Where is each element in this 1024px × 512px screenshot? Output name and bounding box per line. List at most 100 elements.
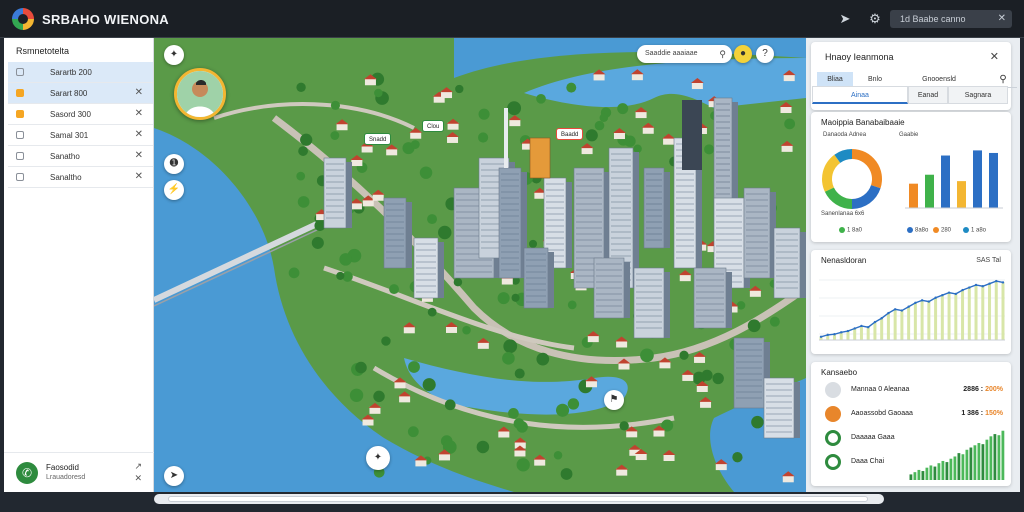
poi-icon[interactable]: ⚑ [604,390,624,410]
buildings-layer [288,69,806,483]
roof [779,102,793,108]
tree [349,388,364,402]
tower [682,100,702,170]
layer-item[interactable]: Sarartb 200 [8,62,153,83]
subtab-2[interactable]: Eanad [908,86,948,104]
roof [409,127,423,133]
phone-icon[interactable]: ✆ [16,462,38,484]
tree [296,171,306,181]
close-icon[interactable]: ✕ [135,150,143,161]
layer-item[interactable]: Sasord 300 ✕ [8,104,153,125]
tree [585,129,598,142]
house [679,274,691,282]
house [587,335,599,343]
point [873,320,877,324]
house [780,106,792,114]
close-icon[interactable]: ✕ [135,129,143,140]
map-label[interactable]: Clou [422,120,445,132]
subtab-1[interactable]: Ainaa [812,86,908,104]
checkbox[interactable] [16,152,24,160]
help-icon[interactable]: ? [756,45,774,63]
tree [556,403,570,417]
stat-label: Aaoassobd Gaoaaa [851,410,913,417]
checkbox[interactable] [16,68,24,76]
point [853,327,856,330]
map-label[interactable]: Snadd [364,133,392,145]
tree [373,390,385,403]
locate-icon[interactable]: ⚡ [164,180,184,200]
house [446,325,458,333]
bar [925,174,934,208]
scrollbar-thumb[interactable] [168,496,868,502]
layer-item[interactable]: Sarart 800 ✕ [8,83,153,104]
tree [455,84,464,94]
layer-item[interactable]: Sanatho ✕ [8,146,153,167]
tree [300,133,313,146]
close-icon[interactable]: ✕ [990,50,999,63]
bar [913,472,917,480]
compass-icon[interactable]: ➤ [164,466,184,486]
tree [513,418,525,429]
settings-icon[interactable]: ⚙ [866,10,884,28]
zoom-in-icon[interactable]: ✦ [164,45,184,65]
tree [311,236,324,249]
tree [640,348,654,363]
window-search[interactable]: 1d Baabe canno ✕ [890,10,1012,28]
map-search-input[interactable]: Saaddie aaaiaae ⚲ [637,45,732,63]
search-icon[interactable]: ⚲ [719,45,726,63]
tree [408,361,420,373]
subtab-3[interactable]: Sagnara [948,86,1008,104]
house [631,73,643,81]
close-icon[interactable]: ✕ [135,108,143,119]
city-map-view[interactable]: ✦ ➊ ⚡ ➤ ✦ ⚑ Saaddie aaaiaae ⚲ ● ? Snadd … [154,38,806,492]
tree [536,352,550,366]
tree [514,368,525,379]
tree [389,284,400,295]
house [447,135,459,143]
roof [446,118,460,124]
roof [385,144,399,150]
tree [381,336,391,346]
roof [393,377,407,383]
pin-icon[interactable]: ➊ [164,154,184,174]
house [618,362,630,370]
mini-bar-chart [909,430,1005,480]
close-icon[interactable]: ✕ [998,10,1006,28]
checkbox[interactable] [16,173,24,181]
house [477,341,489,349]
tower-side [633,152,639,288]
bar [933,466,937,480]
checkbox[interactable] [16,89,24,97]
close-icon[interactable]: ✕ [135,87,143,98]
tower-side [664,272,670,338]
expand-icon[interactable]: ↗ [134,461,142,472]
house [509,119,521,127]
layer-item[interactable]: Sanaltho ✕ [8,167,153,188]
app-window: SRBAHO WIENONA ➤ ⚙ 1d Baabe canno ✕ Rsmn… [0,0,1024,512]
user-avatar[interactable] [174,68,226,120]
tree [736,301,746,310]
stat-label: Mannaa 0 Aleanaa [851,386,910,393]
house [663,454,675,462]
layer-item[interactable]: Samal 301 ✕ [8,125,153,146]
checkbox[interactable] [16,110,24,118]
share-icon[interactable]: ➤ [836,10,854,28]
layers-panel-title: Rsmnetotelta [16,46,70,56]
roof [445,321,459,327]
close-icon[interactable]: ✕ [134,473,142,484]
house [364,78,376,86]
roof [584,376,598,382]
close-icon[interactable]: ✕ [135,171,143,182]
bar [953,456,957,480]
distribution-card-title: Maoippia Banabaibaaie [821,118,905,127]
marker-icon[interactable]: ✦ [366,446,390,470]
badge-icon[interactable]: ● [734,45,752,63]
point [988,282,991,285]
map-label[interactable]: Baadd [556,128,584,140]
checkbox[interactable] [16,131,24,139]
horizontal-scrollbar[interactable] [154,494,884,504]
roof [630,69,644,75]
legend-item: 1 8a0 [839,227,862,234]
roof [615,336,629,342]
tree [516,458,530,472]
